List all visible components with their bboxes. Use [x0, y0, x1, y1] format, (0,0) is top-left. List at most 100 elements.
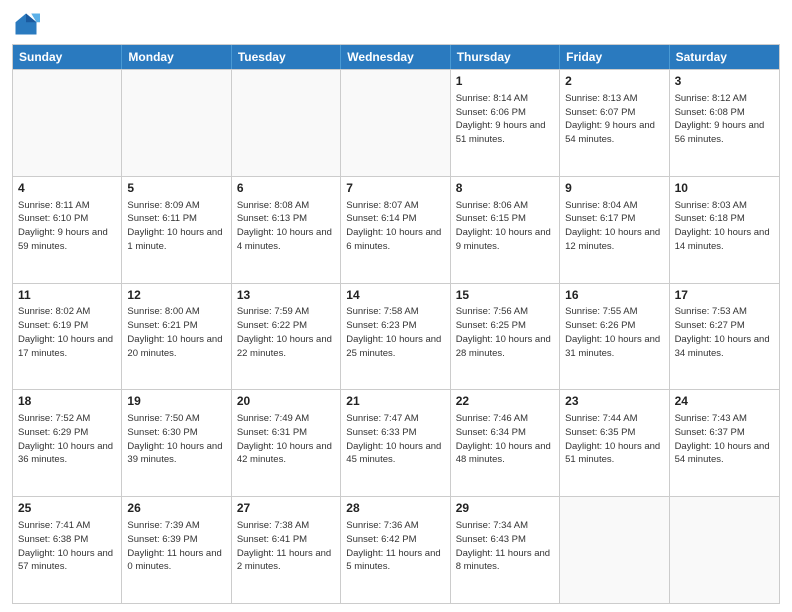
day-number: 11 — [18, 287, 116, 304]
header-day-friday: Friday — [560, 45, 669, 69]
day-info: Sunrise: 8:06 AM Sunset: 6:15 PM Dayligh… — [456, 199, 554, 254]
day-info: Sunrise: 8:08 AM Sunset: 6:13 PM Dayligh… — [237, 199, 335, 254]
logo — [12, 10, 44, 38]
day-info: Sunrise: 8:12 AM Sunset: 6:08 PM Dayligh… — [675, 92, 774, 147]
day-number: 29 — [456, 500, 554, 517]
cal-cell: 9Sunrise: 8:04 AM Sunset: 6:17 PM Daylig… — [560, 177, 669, 283]
day-number: 13 — [237, 287, 335, 304]
day-number: 27 — [237, 500, 335, 517]
day-number: 19 — [127, 393, 225, 410]
day-info: Sunrise: 7:46 AM Sunset: 6:34 PM Dayligh… — [456, 412, 554, 467]
week-row-1: 1 Sunrise: 8:14 AM Sunset: 6:06 PM Daylig… — [13, 69, 779, 176]
day-number: 18 — [18, 393, 116, 410]
day-info: Sunrise: 7:36 AM Sunset: 6:42 PM Dayligh… — [346, 519, 444, 574]
header-day-sunday: Sunday — [13, 45, 122, 69]
day-info: Sunrise: 7:44 AM Sunset: 6:35 PM Dayligh… — [565, 412, 663, 467]
cal-cell: 24 Sunrise: 7:43 AM Sunset: 6:37 PM Dayli… — [670, 390, 779, 496]
day-number: 6 — [237, 180, 335, 197]
cal-cell: 29 Sunrise: 7:34 AM Sunset: 6:43 PM Dayli… — [451, 497, 560, 603]
cal-cell: 6 Sunrise: 8:08 AM Sunset: 6:13 PM Daylig… — [232, 177, 341, 283]
day-number: 28 — [346, 500, 444, 517]
cal-cell: 1 Sunrise: 8:14 AM Sunset: 6:06 PM Daylig… — [451, 70, 560, 176]
week-row-5: 25Sunrise: 7:41 AM Sunset: 6:38 PM Dayli… — [13, 496, 779, 603]
day-info: Sunrise: 8:04 AM Sunset: 6:17 PM Dayligh… — [565, 199, 663, 254]
header-day-saturday: Saturday — [670, 45, 779, 69]
day-info: Sunrise: 7:38 AM Sunset: 6:41 PM Dayligh… — [237, 519, 335, 574]
day-info: Sunrise: 7:39 AM Sunset: 6:39 PM Dayligh… — [127, 519, 225, 574]
cal-cell: 5 Sunrise: 8:09 AM Sunset: 6:11 PM Daylig… — [122, 177, 231, 283]
cal-cell: 21 Sunrise: 7:47 AM Sunset: 6:33 PM Dayli… — [341, 390, 450, 496]
day-number: 1 — [456, 73, 554, 90]
day-number: 8 — [456, 180, 554, 197]
cal-cell: 22 Sunrise: 7:46 AM Sunset: 6:34 PM Dayli… — [451, 390, 560, 496]
header-day-thursday: Thursday — [451, 45, 560, 69]
day-number: 14 — [346, 287, 444, 304]
cal-cell: 13Sunrise: 7:59 AM Sunset: 6:22 PM Dayli… — [232, 284, 341, 390]
week-row-2: 4Sunrise: 8:11 AM Sunset: 6:10 PM Daylig… — [13, 176, 779, 283]
day-info: Sunrise: 8:11 AM Sunset: 6:10 PM Dayligh… — [18, 199, 116, 254]
day-info: Sunrise: 7:50 AM Sunset: 6:30 PM Dayligh… — [127, 412, 225, 467]
cal-cell — [13, 70, 122, 176]
cal-cell: 15Sunrise: 7:56 AM Sunset: 6:25 PM Dayli… — [451, 284, 560, 390]
day-info: Sunrise: 8:03 AM Sunset: 6:18 PM Dayligh… — [675, 199, 774, 254]
cal-cell: 20Sunrise: 7:49 AM Sunset: 6:31 PM Dayli… — [232, 390, 341, 496]
cal-cell: 7Sunrise: 8:07 AM Sunset: 6:14 PM Daylig… — [341, 177, 450, 283]
cal-cell — [341, 70, 450, 176]
cal-cell — [232, 70, 341, 176]
day-number: 16 — [565, 287, 663, 304]
header-day-monday: Monday — [122, 45, 231, 69]
cal-cell: 23 Sunrise: 7:44 AM Sunset: 6:35 PM Dayli… — [560, 390, 669, 496]
day-info: Sunrise: 7:56 AM Sunset: 6:25 PM Dayligh… — [456, 305, 554, 360]
day-number: 17 — [675, 287, 774, 304]
cal-cell: 11Sunrise: 8:02 AM Sunset: 6:19 PM Dayli… — [13, 284, 122, 390]
cal-cell: 19 Sunrise: 7:50 AM Sunset: 6:30 PM Dayli… — [122, 390, 231, 496]
day-number: 24 — [675, 393, 774, 410]
day-info: Sunrise: 7:53 AM Sunset: 6:27 PM Dayligh… — [675, 305, 774, 360]
day-info: Sunrise: 7:59 AM Sunset: 6:22 PM Dayligh… — [237, 305, 335, 360]
cal-cell: 16Sunrise: 7:55 AM Sunset: 6:26 PM Dayli… — [560, 284, 669, 390]
calendar: SundayMondayTuesdayWednesdayThursdayFrid… — [12, 44, 780, 604]
day-number: 23 — [565, 393, 663, 410]
cal-cell: 2 Sunrise: 8:13 AM Sunset: 6:07 PM Daylig… — [560, 70, 669, 176]
day-number: 22 — [456, 393, 554, 410]
cal-cell: 3 Sunrise: 8:12 AM Sunset: 6:08 PM Daylig… — [670, 70, 779, 176]
day-number: 3 — [675, 73, 774, 90]
day-number: 2 — [565, 73, 663, 90]
day-number: 26 — [127, 500, 225, 517]
day-info: Sunrise: 8:02 AM Sunset: 6:19 PM Dayligh… — [18, 305, 116, 360]
day-number: 15 — [456, 287, 554, 304]
day-number: 21 — [346, 393, 444, 410]
day-info: Sunrise: 8:07 AM Sunset: 6:14 PM Dayligh… — [346, 199, 444, 254]
cal-cell: 28 Sunrise: 7:36 AM Sunset: 6:42 PM Dayli… — [341, 497, 450, 603]
cal-cell: 8 Sunrise: 8:06 AM Sunset: 6:15 PM Daylig… — [451, 177, 560, 283]
header — [12, 10, 780, 38]
cal-cell — [670, 497, 779, 603]
cal-cell: 4Sunrise: 8:11 AM Sunset: 6:10 PM Daylig… — [13, 177, 122, 283]
day-info: Sunrise: 8:14 AM Sunset: 6:06 PM Dayligh… — [456, 92, 554, 147]
page: SundayMondayTuesdayWednesdayThursdayFrid… — [0, 0, 792, 612]
day-info: Sunrise: 7:52 AM Sunset: 6:29 PM Dayligh… — [18, 412, 116, 467]
day-info: Sunrise: 7:58 AM Sunset: 6:23 PM Dayligh… — [346, 305, 444, 360]
day-number: 12 — [127, 287, 225, 304]
cal-cell: 17Sunrise: 7:53 AM Sunset: 6:27 PM Dayli… — [670, 284, 779, 390]
day-number: 10 — [675, 180, 774, 197]
day-number: 5 — [127, 180, 225, 197]
calendar-header-row: SundayMondayTuesdayWednesdayThursdayFrid… — [13, 45, 779, 69]
header-day-wednesday: Wednesday — [341, 45, 450, 69]
day-number: 20 — [237, 393, 335, 410]
cal-cell: 27 Sunrise: 7:38 AM Sunset: 6:41 PM Dayli… — [232, 497, 341, 603]
cal-cell: 18 Sunrise: 7:52 AM Sunset: 6:29 PM Dayli… — [13, 390, 122, 496]
day-info: Sunrise: 8:13 AM Sunset: 6:07 PM Dayligh… — [565, 92, 663, 147]
cal-cell — [560, 497, 669, 603]
week-row-3: 11Sunrise: 8:02 AM Sunset: 6:19 PM Dayli… — [13, 283, 779, 390]
cal-cell: 26 Sunrise: 7:39 AM Sunset: 6:39 PM Dayli… — [122, 497, 231, 603]
cal-cell: 25Sunrise: 7:41 AM Sunset: 6:38 PM Dayli… — [13, 497, 122, 603]
day-info: Sunrise: 8:09 AM Sunset: 6:11 PM Dayligh… — [127, 199, 225, 254]
day-info: Sunrise: 7:43 AM Sunset: 6:37 PM Dayligh… — [675, 412, 774, 467]
day-info: Sunrise: 7:34 AM Sunset: 6:43 PM Dayligh… — [456, 519, 554, 574]
cal-cell: 14Sunrise: 7:58 AM Sunset: 6:23 PM Dayli… — [341, 284, 450, 390]
day-info: Sunrise: 7:47 AM Sunset: 6:33 PM Dayligh… — [346, 412, 444, 467]
header-day-tuesday: Tuesday — [232, 45, 341, 69]
day-info: Sunrise: 7:41 AM Sunset: 6:38 PM Dayligh… — [18, 519, 116, 574]
logo-icon — [12, 10, 40, 38]
